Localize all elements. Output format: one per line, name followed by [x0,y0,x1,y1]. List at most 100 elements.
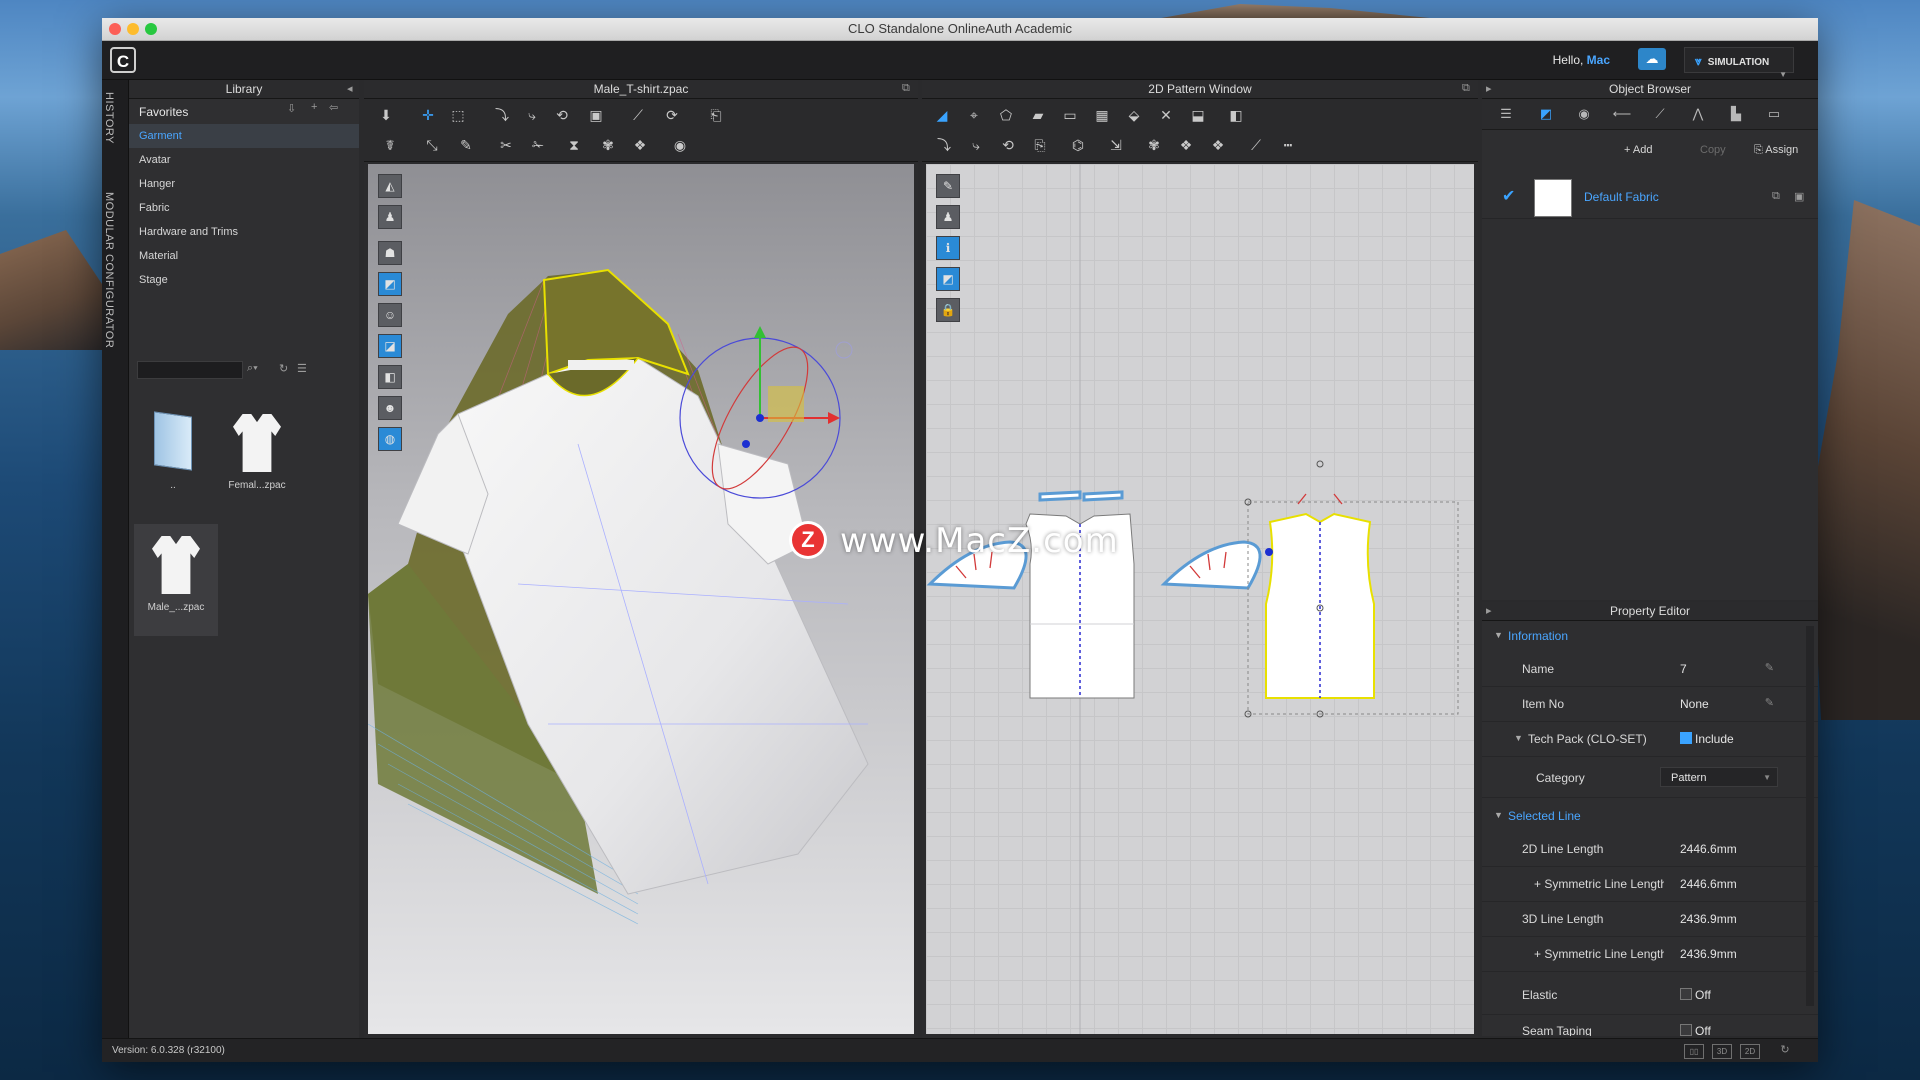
refresh-icon[interactable]: ↻ [1776,1044,1794,1057]
minimize-window-button[interactable] [127,23,139,35]
transform-icon[interactable]: ⎗ [706,105,726,125]
move-icon[interactable]: ✛ [418,105,438,125]
cloud-icon[interactable]: ☁ [1638,48,1666,70]
measure-icon[interactable]: ▣ [586,105,606,125]
prop-item-no-value[interactable]: None [1680,697,1709,711]
elastic-checkbox[interactable] [1680,988,1692,1000]
library-thumb-male[interactable]: Male_...zpac [134,524,218,636]
line-2d-icon[interactable]: ⟋ [1246,135,1266,155]
collapse-icon[interactable]: ◂ [347,82,353,95]
tab-ruler-icon[interactable]: ▭ [1762,103,1786,125]
fabric-save-icon[interactable]: ▣ [1794,190,1804,203]
rectangle-icon[interactable]: ▰ [1028,105,1048,125]
popout-icon[interactable]: ⧉ [902,82,910,95]
category-select[interactable]: Pattern ▼ [1660,767,1778,787]
add-button[interactable]: + Add [1624,144,1652,156]
fold-2d-icon[interactable]: ⇲ [1106,135,1126,155]
viewport-3d-canvas[interactable]: ◭ ♟ ☗ ◩ ☺ ◪ ◧ ☻ ◍ [368,164,914,1034]
notch-icon[interactable]: ⬓ [1188,105,1208,125]
texture-2d-icon[interactable]: ❖ [1208,135,1228,155]
pin-icon[interactable]: ⤷ [522,105,542,125]
fold-icon[interactable]: ⤵ [492,105,512,125]
library-favorites[interactable]: Favorites [129,100,359,124]
library-thumb-folder[interactable]: .. [131,402,215,514]
prop-name-value[interactable]: 7 [1680,662,1687,676]
internal-polygon-icon[interactable]: ▭ [1060,105,1080,125]
select-icon[interactable]: ⬇ [376,105,396,125]
tab-topstitch-icon[interactable]: ⟋ [1648,103,1672,125]
simulation-mode-button[interactable]: ⩔ SIMULATION ▼ [1684,47,1794,79]
library-item-hanger[interactable]: Hanger [129,172,359,196]
trace-icon[interactable]: ✕ [1156,105,1176,125]
section-information[interactable]: ▼ Information [1482,626,1818,650]
tab-button-icon[interactable]: ◉ [1572,103,1596,125]
include-checkbox[interactable] [1680,732,1692,744]
puckering-2d-icon[interactable]: ✾ [1144,135,1164,155]
dart-icon[interactable]: ⬙ [1124,105,1144,125]
segment-sewing-icon[interactable]: ⤵ [934,135,954,155]
search-icon[interactable]: ⌕▾ [247,362,258,375]
tab-list-icon[interactable]: ☰ [1494,103,1518,125]
library-item-hardware[interactable]: Hardware and Trims [129,220,359,244]
internal-rect-icon[interactable]: ▦ [1092,105,1112,125]
tack-icon[interactable]: ⟲ [552,105,572,125]
refresh-icon[interactable]: ↻ [279,362,288,375]
library-thumb-female[interactable]: Femal...zpac [215,402,299,514]
fold-arrange-icon[interactable]: ⧗ [564,135,584,155]
prop-seam-value[interactable]: Off [1680,1024,1711,1036]
edit-point-icon[interactable]: ⌖ [964,105,984,125]
tab-modular-configurator[interactable]: MODULAR CONFIGURATOR [103,192,115,348]
library-search-input[interactable] [137,361,243,379]
polygon-icon[interactable]: ⬠ [996,105,1016,125]
tack-2d-icon[interactable]: ⎘ [1030,135,1050,155]
transform-pattern-icon[interactable]: ◢ [932,105,952,125]
collapse-triangle-icon[interactable]: ▼ [1514,733,1523,743]
add-icon[interactable]: + [311,101,317,113]
view-3d-icon[interactable]: 3D [1712,1044,1732,1059]
library-item-garment[interactable]: Garment [129,124,359,148]
back-icon[interactable]: ⇦ [329,101,338,114]
download-icon[interactable]: ⇩ [287,102,296,115]
list-view-icon[interactable]: ☰ [297,362,307,375]
pattern-canvas[interactable]: ✎ ♟ ℹ ◩ 🔒 [926,164,1474,1034]
sewing-icon[interactable]: ✂ [496,135,516,155]
library-item-fabric[interactable]: Fabric [129,196,359,220]
view-2d-icon[interactable]: 2D [1740,1044,1760,1059]
zoom-window-button[interactable] [145,23,157,35]
library-item-material[interactable]: Material [129,244,359,268]
avatar-pose-icon[interactable]: ☤ [380,135,400,155]
stretch-icon[interactable]: ⟳ [662,105,682,125]
property-scrollbar[interactable] [1806,626,1814,1006]
user-name[interactable]: Mac [1587,53,1610,67]
section-selected-line[interactable]: ▼ Selected Line [1482,806,1818,830]
prop-tech-pack-value[interactable]: Include [1680,732,1734,746]
puckering-icon[interactable]: ✾ [598,135,618,155]
button-icon[interactable]: ◉ [670,135,690,155]
edit-curve-icon[interactable]: ✎ [456,135,476,155]
texture-icon[interactable]: ❖ [630,135,650,155]
tab-trim-icon[interactable]: ▙ [1724,103,1748,125]
assign-button[interactable]: ⎘ Assign [1754,144,1798,157]
tab-puckering-icon[interactable]: ⋀ [1686,103,1710,125]
fabric-list-item[interactable]: ✔ Default Fabric ⧉ ▣ [1482,176,1818,219]
ruler-icon[interactable]: ┅ [1278,135,1298,155]
select-line-icon[interactable]: ⤡ [422,135,442,155]
tab-buttonhole-icon[interactable]: ⟵ [1610,103,1634,125]
edit-icon[interactable]: ✎ [1765,696,1774,709]
box-select-icon[interactable]: ⬚ [448,105,468,125]
library-item-avatar[interactable]: Avatar [129,148,359,172]
steam-icon[interactable]: ⌬ [1068,135,1088,155]
clo-logo[interactable]: C [110,47,136,73]
edit-icon[interactable]: ✎ [1765,661,1774,674]
prop-elastic-value[interactable]: Off [1680,988,1711,1002]
sewing-check-icon[interactable]: ⟲ [998,135,1018,155]
symmetry-icon[interactable]: ◧ [1226,105,1246,125]
cut-icon[interactable]: ✁ [528,135,548,155]
tab-fabric-icon[interactable]: ◩ [1534,103,1558,125]
expand-icon[interactable]: ▸ [1486,82,1492,95]
topstitch-icon[interactable]: ❖ [1176,135,1196,155]
fabric-copy-icon[interactable]: ⧉ [1772,190,1780,203]
split-view-icon[interactable]: ▯▯ [1684,1044,1704,1059]
close-window-button[interactable] [109,23,121,35]
library-item-stage[interactable]: Stage [129,268,359,292]
